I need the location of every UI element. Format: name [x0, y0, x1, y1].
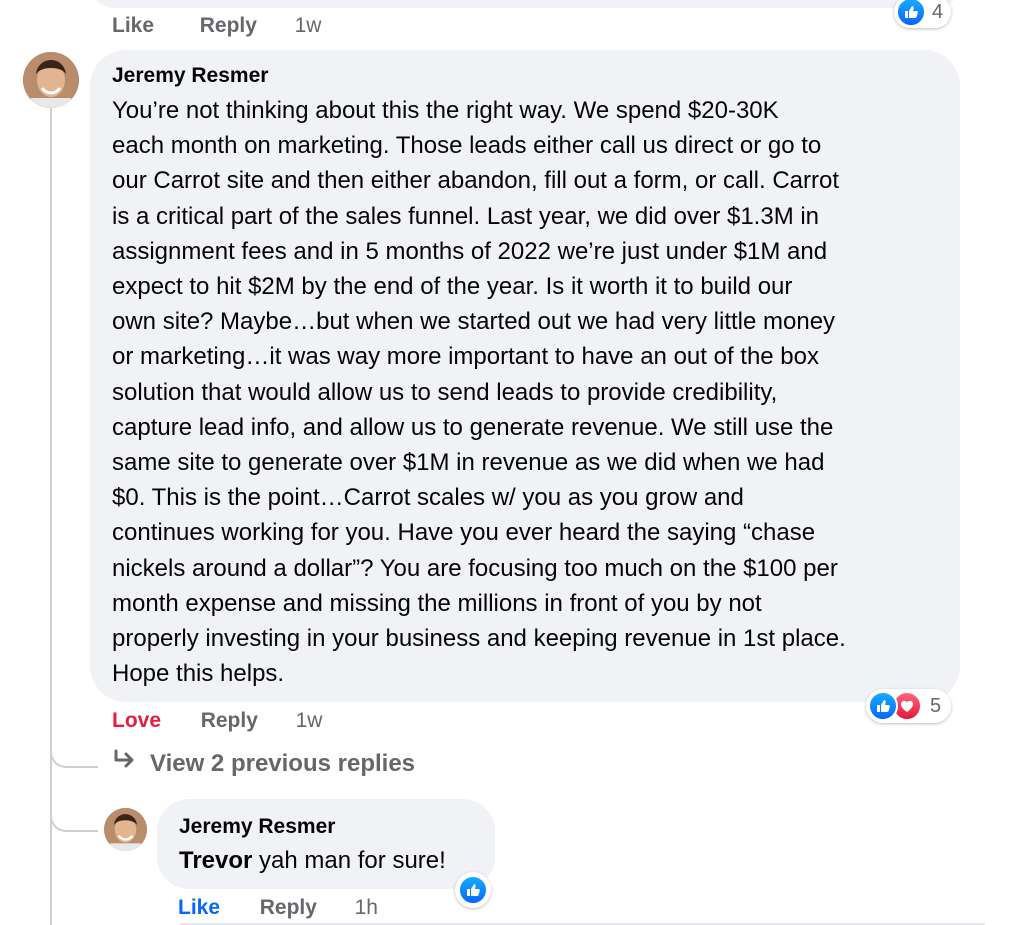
- like-reaction-icon: [868, 691, 898, 721]
- reply-arrow-icon: [112, 749, 142, 778]
- previous-comment-reactions[interactable]: 4: [894, 0, 952, 28]
- reaction-count: 4: [932, 0, 944, 23]
- comment-line: continues working for you. Have you ever…: [112, 519, 816, 547]
- comment-line: is a critical part of the sales funnel. …: [112, 202, 820, 230]
- timestamp[interactable]: 1h: [355, 896, 378, 919]
- like-reaction-icon: [458, 875, 488, 905]
- comment-line: assignment fees and in 5 months of 2022 …: [112, 237, 828, 265]
- reaction-count: 5: [930, 694, 942, 717]
- mention-link[interactable]: Trevor: [179, 847, 252, 874]
- reply-reactions[interactable]: [455, 872, 491, 908]
- comment-line: our Carrot site and then either abandon,…: [112, 167, 840, 195]
- reply-bubble: Jeremy Resmer Trevor yah man for sure!: [157, 799, 495, 889]
- comment-line: own site? Maybe…but when we started out …: [112, 308, 836, 336]
- timestamp[interactable]: 1w: [296, 709, 323, 732]
- thread-curve-view-replies: [50, 730, 98, 768]
- previous-comment-bubble-edge: [90, 0, 960, 8]
- reply-button[interactable]: Reply: [201, 709, 258, 732]
- love-button[interactable]: Love: [112, 709, 161, 732]
- avatar[interactable]: [23, 52, 79, 108]
- timestamp[interactable]: 1w: [295, 14, 322, 37]
- comment-line: properly investing in your business and …: [112, 625, 846, 653]
- like-button[interactable]: Like: [112, 14, 154, 37]
- thread-curve-reply: [50, 794, 98, 832]
- reply-button[interactable]: Reply: [260, 896, 317, 919]
- comment-reactions[interactable]: 5: [866, 689, 952, 723]
- comment-line: $0. This is the point…Carrot scales w/ y…: [112, 484, 744, 512]
- comment-line: same site to generate over $1M in revenu…: [112, 449, 825, 477]
- like-button[interactable]: Like: [178, 896, 220, 919]
- comment-line: or marketing…it was way more important t…: [112, 343, 820, 371]
- comment-text: You’re not thinking about this the right…: [112, 93, 952, 691]
- comment-line: month expense and missing the millions i…: [112, 589, 762, 617]
- reply-text: Trevor yah man for sure!: [179, 843, 446, 878]
- comment-line: Hope this helps.: [112, 660, 285, 688]
- comment-line: each month on marketing. Those leads eit…: [112, 132, 822, 160]
- comment-line: solution that would allow us to send lea…: [112, 378, 778, 406]
- comment-actions: Love Reply 1w: [112, 709, 322, 733]
- like-reaction-icon: [896, 0, 926, 27]
- reply-actions: Like Reply 1h: [178, 896, 378, 920]
- comment-line: capture lead info, and allow us to gener…: [112, 413, 834, 441]
- comment-bubble: Jeremy Resmer You’re not thinking about …: [90, 50, 960, 702]
- comment-line: expect to hit $2M by the end of the year…: [112, 273, 793, 301]
- view-previous-replies-link[interactable]: View 2 previous replies: [112, 749, 415, 778]
- comment-line: nickels around a dollar”? You are focusi…: [112, 554, 838, 582]
- reply-button[interactable]: Reply: [200, 14, 257, 37]
- previous-comment-actions: Like Reply 1w: [112, 14, 321, 38]
- reply-message: yah man for sure!: [252, 847, 446, 874]
- reply-author[interactable]: Jeremy Resmer: [179, 815, 335, 839]
- avatar[interactable]: [104, 808, 147, 851]
- view-replies-label[interactable]: View 2 previous replies: [150, 750, 415, 778]
- comment-line: You’re not thinking about this the right…: [112, 97, 779, 124]
- comment-author[interactable]: Jeremy Resmer: [112, 64, 268, 88]
